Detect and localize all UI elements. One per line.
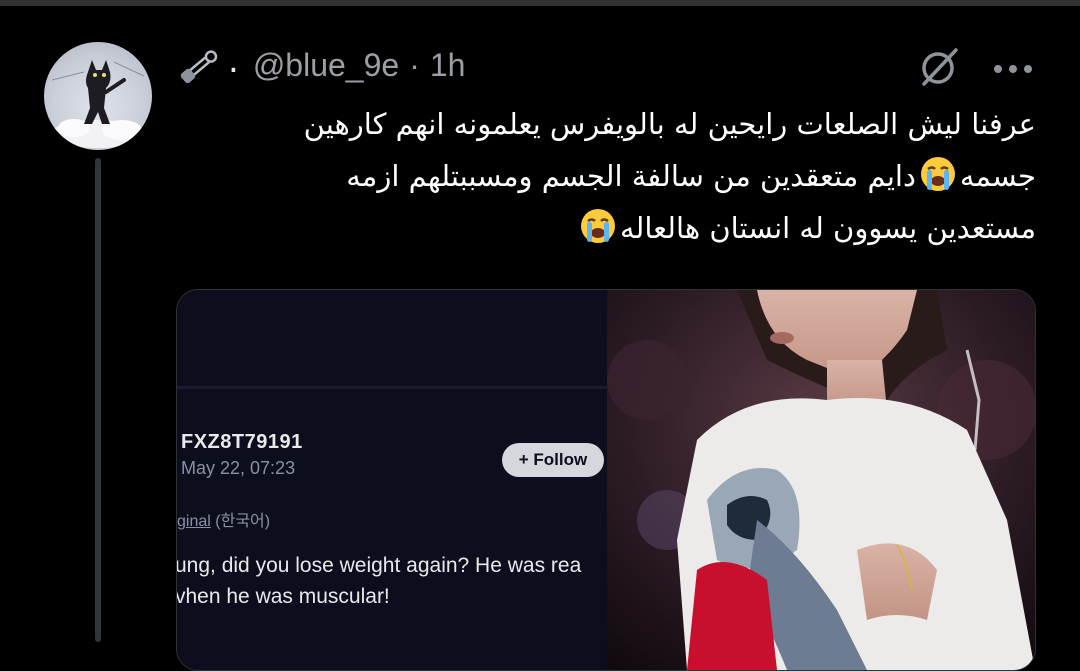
tweet-line-2: جسمه دايم متعقدين من سالفة الجسم ومسببتله… bbox=[176, 150, 1036, 202]
timestamp[interactable]: 1h bbox=[430, 47, 466, 84]
follow-button: + Follow bbox=[502, 443, 604, 477]
loudly-crying-face-emoji bbox=[578, 206, 618, 246]
original-language-row: ginal (한국어) bbox=[177, 507, 270, 531]
avatar[interactable] bbox=[44, 42, 152, 150]
concert-photo[interactable] bbox=[607, 290, 1035, 670]
more-horizontal-icon[interactable] bbox=[992, 60, 1034, 73]
display-name[interactable]: . bbox=[228, 41, 239, 81]
top-divider bbox=[0, 0, 1080, 6]
screenshot-date: May 22, 07:23 bbox=[181, 458, 296, 478]
safety-pin-icon bbox=[176, 40, 226, 90]
tweet-text: عرفنا ليش الصلعات رايحين له بالويفرس يعل… bbox=[176, 98, 1036, 254]
loudly-crying-face-emoji bbox=[918, 154, 958, 194]
media-attachment[interactable]: FXZ8T79191 May 22, 07:23 + Follow ginal … bbox=[176, 289, 1036, 671]
tweet-line-1: عرفنا ليش الصلعات رايحين له بالويفرس يعل… bbox=[303, 107, 1036, 141]
original-link: ginal bbox=[177, 513, 211, 530]
handle[interactable]: @blue_9e bbox=[253, 47, 399, 84]
tweet-line-3: مستعدين يسوون له انستان هالعاله bbox=[176, 202, 1036, 254]
tweet-line-2-start: جسمه bbox=[959, 159, 1036, 193]
tweet-line-2-end: دايم متعقدين من سالفة الجسم ومسببتلهم از… bbox=[346, 159, 916, 193]
translated-line-1: ung, did you lose weight again? He was r… bbox=[177, 554, 582, 577]
screenshot-user-id: FXZ8T79191 bbox=[181, 431, 303, 453]
separator: · bbox=[409, 46, 420, 83]
original-language: (한국어) bbox=[215, 513, 271, 530]
thread-line bbox=[95, 158, 101, 642]
tweet-header: . @blue_9e · 1h bbox=[176, 40, 465, 90]
grok-icon[interactable] bbox=[916, 44, 962, 90]
translated-text: ung, did you lose weight again? He was r… bbox=[177, 550, 581, 612]
screenshot-divider bbox=[177, 386, 607, 389]
embedded-post-screenshot[interactable]: FXZ8T79191 May 22, 07:23 + Follow ginal … bbox=[177, 290, 607, 670]
translated-line-2: vhen he was muscular! bbox=[177, 585, 390, 608]
tweet-line-3-text: مستعدين يسوون له انستان هالعاله bbox=[619, 211, 1036, 245]
